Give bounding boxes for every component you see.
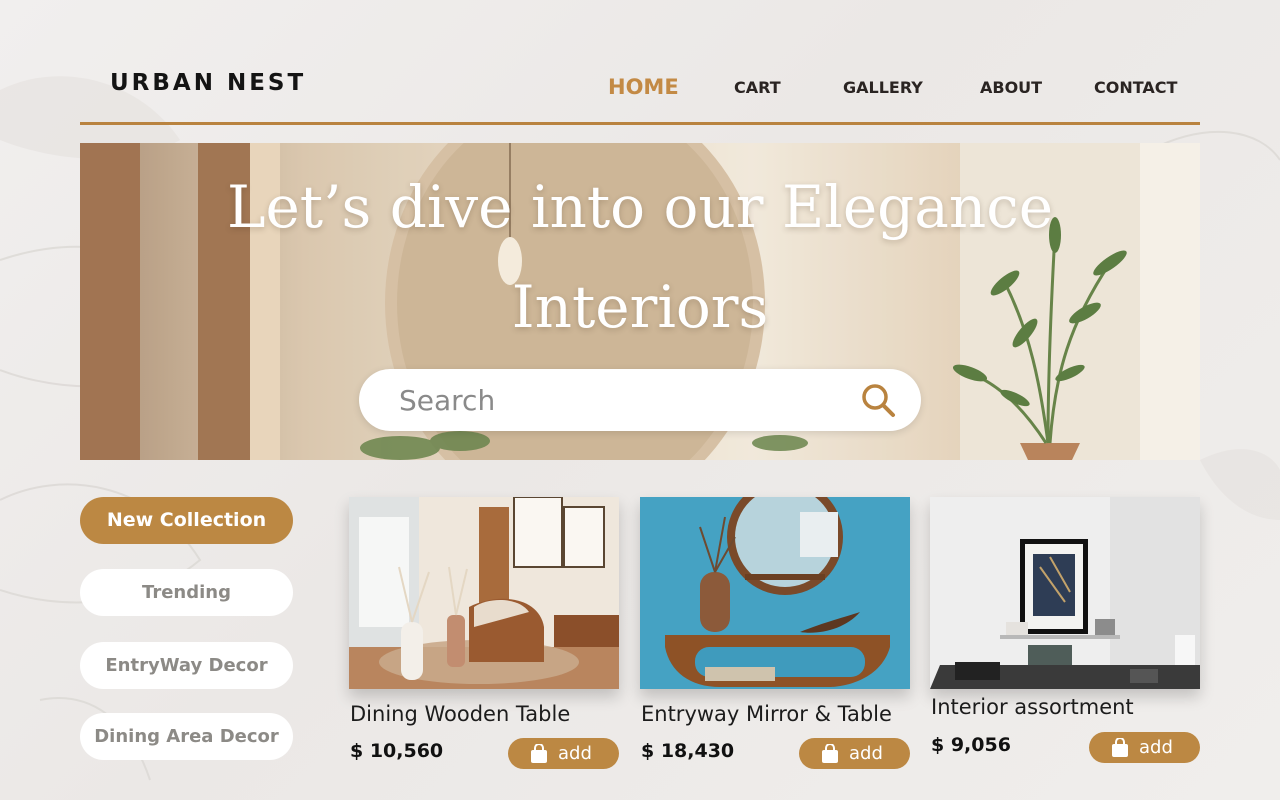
nav-about[interactable]: ABOUT [980,73,1042,103]
search-input[interactable] [399,369,839,431]
product-price: $ 10,560 [350,740,444,762]
product-title: Entryway Mirror & Table [641,702,892,726]
nav-cart[interactable]: CART [734,73,781,103]
main-nav: HOME CART GALLERY ABOUT CONTACT [0,73,1280,103]
nav-home[interactable]: HOME [608,72,679,102]
category-dining-area-decor[interactable]: Dining Area Decor [80,713,293,760]
header-divider [80,122,1200,125]
search-icon[interactable] [859,381,897,419]
hero-title-line-1: Let’s dive into our Elegance [226,173,1054,241]
product-title: Interior assortment [931,695,1134,719]
product-price: $ 18,430 [641,740,735,762]
product-image[interactable] [640,497,910,689]
shopping-bag-icon [822,744,838,763]
category-entryway-decor[interactable]: EntryWay Decor [80,642,293,689]
product-card-entryway-mirror[interactable]: Entryway Mirror & Table $ 18,430 add [640,497,910,777]
hero-title: Let’s dive into our Elegance Interiors [80,157,1200,357]
product-card-interior-assortment[interactable]: Interior assortment $ 9,056 add [930,497,1200,767]
nav-gallery[interactable]: GALLERY [843,73,923,103]
search-bar [359,369,921,431]
product-title: Dining Wooden Table [350,702,571,726]
add-button-label: add [849,743,883,764]
product-image[interactable] [930,497,1200,689]
shopping-bag-icon [1112,738,1128,757]
nav-contact[interactable]: CONTACT [1094,73,1177,103]
shopping-bag-icon [531,744,547,763]
category-trending[interactable]: Trending [80,569,293,616]
product-image[interactable] [349,497,619,689]
add-to-cart-button[interactable]: add [508,738,619,769]
product-price: $ 9,056 [931,734,1011,756]
product-card-dining-table[interactable]: Dining Wooden Table $ 10,560 add [349,497,619,777]
hero-title-line-2: Interiors [511,273,769,341]
hero-banner: Let’s dive into our Elegance Interiors [80,143,1200,460]
add-button-label: add [1139,737,1173,758]
add-to-cart-button[interactable]: add [1089,732,1200,763]
add-button-label: add [558,743,592,764]
add-to-cart-button[interactable]: add [799,738,910,769]
category-new-collection[interactable]: New Collection [80,497,293,544]
